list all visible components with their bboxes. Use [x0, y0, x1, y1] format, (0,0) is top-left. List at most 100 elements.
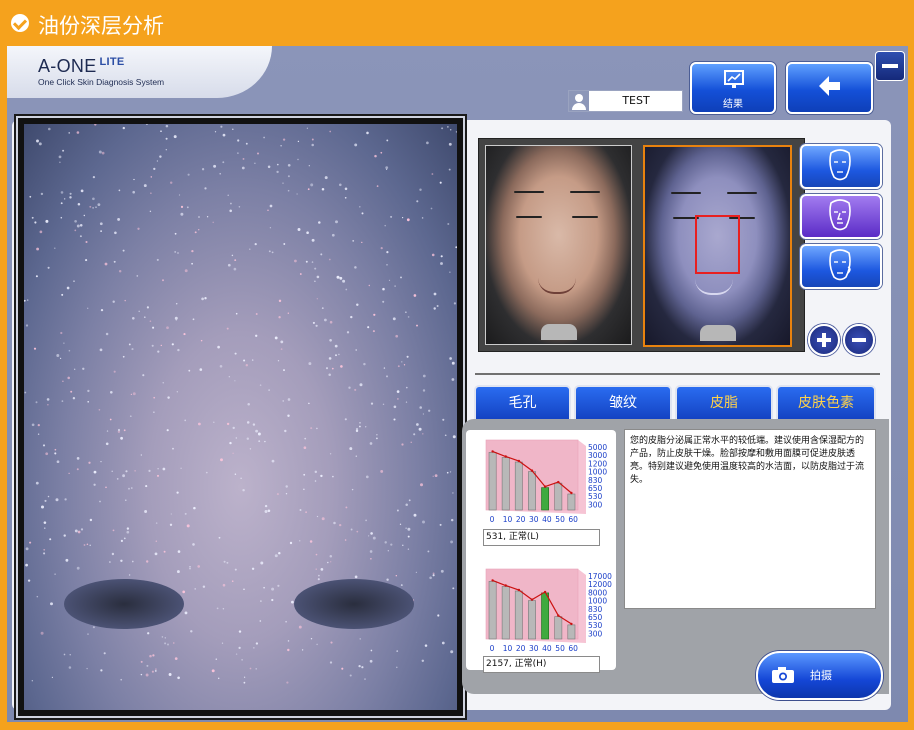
chart-trend-point [557, 480, 560, 484]
chart-trend-point [543, 590, 547, 594]
chart-trend-point [504, 455, 507, 458]
title-bar: 油份深层分析 [0, 0, 914, 46]
chart-bar [514, 461, 523, 511]
right-brow [727, 192, 757, 194]
mouth [538, 278, 576, 294]
brand-edition: LITE [99, 56, 125, 68]
chart-x-tick: 0 [490, 644, 495, 653]
chart-x-tick: 40 [542, 644, 552, 653]
app-window: A-ONE LITE One Click Skin Diagnosis Syste… [7, 46, 908, 722]
face-front-icon [829, 149, 851, 181]
chart-x-tick: 30 [529, 515, 539, 524]
chart-trend-point [517, 588, 521, 592]
zoom-in-button[interactable] [808, 324, 840, 356]
result-button[interactable]: 结果 [690, 62, 776, 114]
chart-x-tick: 20 [516, 515, 526, 524]
left-brow [514, 191, 544, 193]
chart-bar [567, 493, 576, 511]
chart-bar [541, 592, 549, 640]
arrow-left-icon [819, 76, 840, 96]
chart-trend-point [570, 491, 573, 495]
chart-bar [501, 586, 510, 640]
chart-x-tick: 40 [542, 515, 552, 524]
chart-value-high: 2157, 正常(H) [483, 656, 600, 673]
sebum-chart-high: 1700012000800010008306505303000 10 20 30 40 5… [485, 568, 612, 653]
chart-x-tick: 0 [490, 515, 495, 524]
right-nostril [294, 579, 414, 629]
chart-trend-point [570, 622, 573, 626]
user-name: TEST [622, 94, 650, 107]
divider [475, 373, 880, 375]
chart-bar [528, 471, 536, 511]
analysis-region-box[interactable] [695, 215, 740, 274]
chart-x-tick: 10 [503, 644, 513, 653]
magnified-skin-image [16, 116, 465, 718]
chart-x-tick: 60 [568, 644, 578, 653]
chart-trend-point [530, 469, 534, 472]
right-brow [570, 191, 600, 193]
chart-trend-point [504, 584, 507, 587]
left-nostril [64, 579, 184, 629]
brand-name: A-ONE [38, 56, 97, 76]
chart-bar [528, 600, 536, 640]
face-nose-view-button[interactable] [800, 194, 882, 239]
monitor-chart-icon [724, 70, 744, 88]
check-circle-icon [11, 14, 29, 32]
tab-wrinkles[interactable]: 皱纹 [574, 385, 672, 421]
left-eye [516, 216, 542, 218]
face-nose-icon [829, 199, 851, 231]
tab-sebum[interactable]: 皮脂 [675, 385, 773, 421]
chart-value-low: 531, 正常(L) [483, 529, 600, 546]
logo: A-ONE LITE One Click Skin Diagnosis Syste… [7, 46, 272, 98]
chart-trend-point [491, 450, 494, 453]
user-field: TEST [568, 90, 683, 112]
analysis-description: 您的皮脂分泌属正常水平的较低端。建议使用含保湿配方的产品，防止皮肤干燥。脸部按摩… [630, 436, 865, 485]
chart-bar [554, 482, 563, 511]
tab-pores[interactable]: 毛孔 [474, 385, 571, 421]
face-side-icon [829, 249, 851, 281]
camera-icon [772, 667, 794, 683]
mouth [695, 279, 733, 295]
chart-x-tick: 10 [503, 515, 513, 524]
chin-rest [541, 324, 577, 340]
chart-x-tick: 50 [555, 644, 565, 653]
chin-rest [700, 325, 736, 341]
chart-trend-point [530, 598, 534, 601]
chart-trend-point [491, 579, 494, 582]
chart-trend-point [557, 614, 560, 617]
chart-x-tick: 30 [529, 644, 539, 653]
sebum-chart-low: 50003000120010008306505303000 10 20 30 40 50 6… [485, 439, 607, 524]
chart-bar [488, 452, 497, 511]
analysis-description-box: 您的皮脂分泌属正常水平的较低端。建议使用含保湿配方的产品，防止皮肤干燥。脸部按摩… [624, 429, 876, 609]
chart-y-tick: 300 [588, 629, 603, 638]
capture-button-label: 拍摄 [810, 669, 832, 682]
right-eye [572, 216, 598, 218]
chart-bar [514, 590, 523, 640]
capture-button[interactable]: 拍摄 [756, 651, 883, 700]
skin-image [24, 124, 457, 710]
chart-x-tick: 20 [516, 644, 526, 653]
chart-bar [541, 487, 549, 511]
minimize-button[interactable] [875, 51, 905, 81]
chart-y-tick: 300 [588, 500, 603, 509]
back-button[interactable] [786, 62, 873, 114]
chart-bar [554, 616, 563, 640]
user-icon [569, 91, 589, 111]
chart-trend-point [517, 459, 521, 463]
chart-bar [501, 457, 510, 511]
zoom-out-button[interactable] [843, 324, 875, 356]
face-uv-light[interactable] [643, 145, 792, 347]
chart-bar [567, 624, 576, 640]
chart-bar [488, 581, 497, 640]
chart-x-tick: 50 [555, 515, 565, 524]
chart-trend-point [543, 485, 547, 488]
face-thumbnails [478, 138, 805, 352]
result-button-label: 结果 [723, 99, 743, 110]
face-side-view-button[interactable] [800, 244, 882, 289]
chart-x-tick: 60 [568, 515, 578, 524]
face-normal-light[interactable] [485, 145, 632, 345]
face-front-view-button[interactable] [800, 144, 882, 189]
window-title: 油份深层分析 [38, 14, 164, 38]
tab-pigmentation[interactable]: 皮肤色素 [776, 385, 876, 421]
brand-tagline: One Click Skin Diagnosis System [38, 77, 165, 87]
